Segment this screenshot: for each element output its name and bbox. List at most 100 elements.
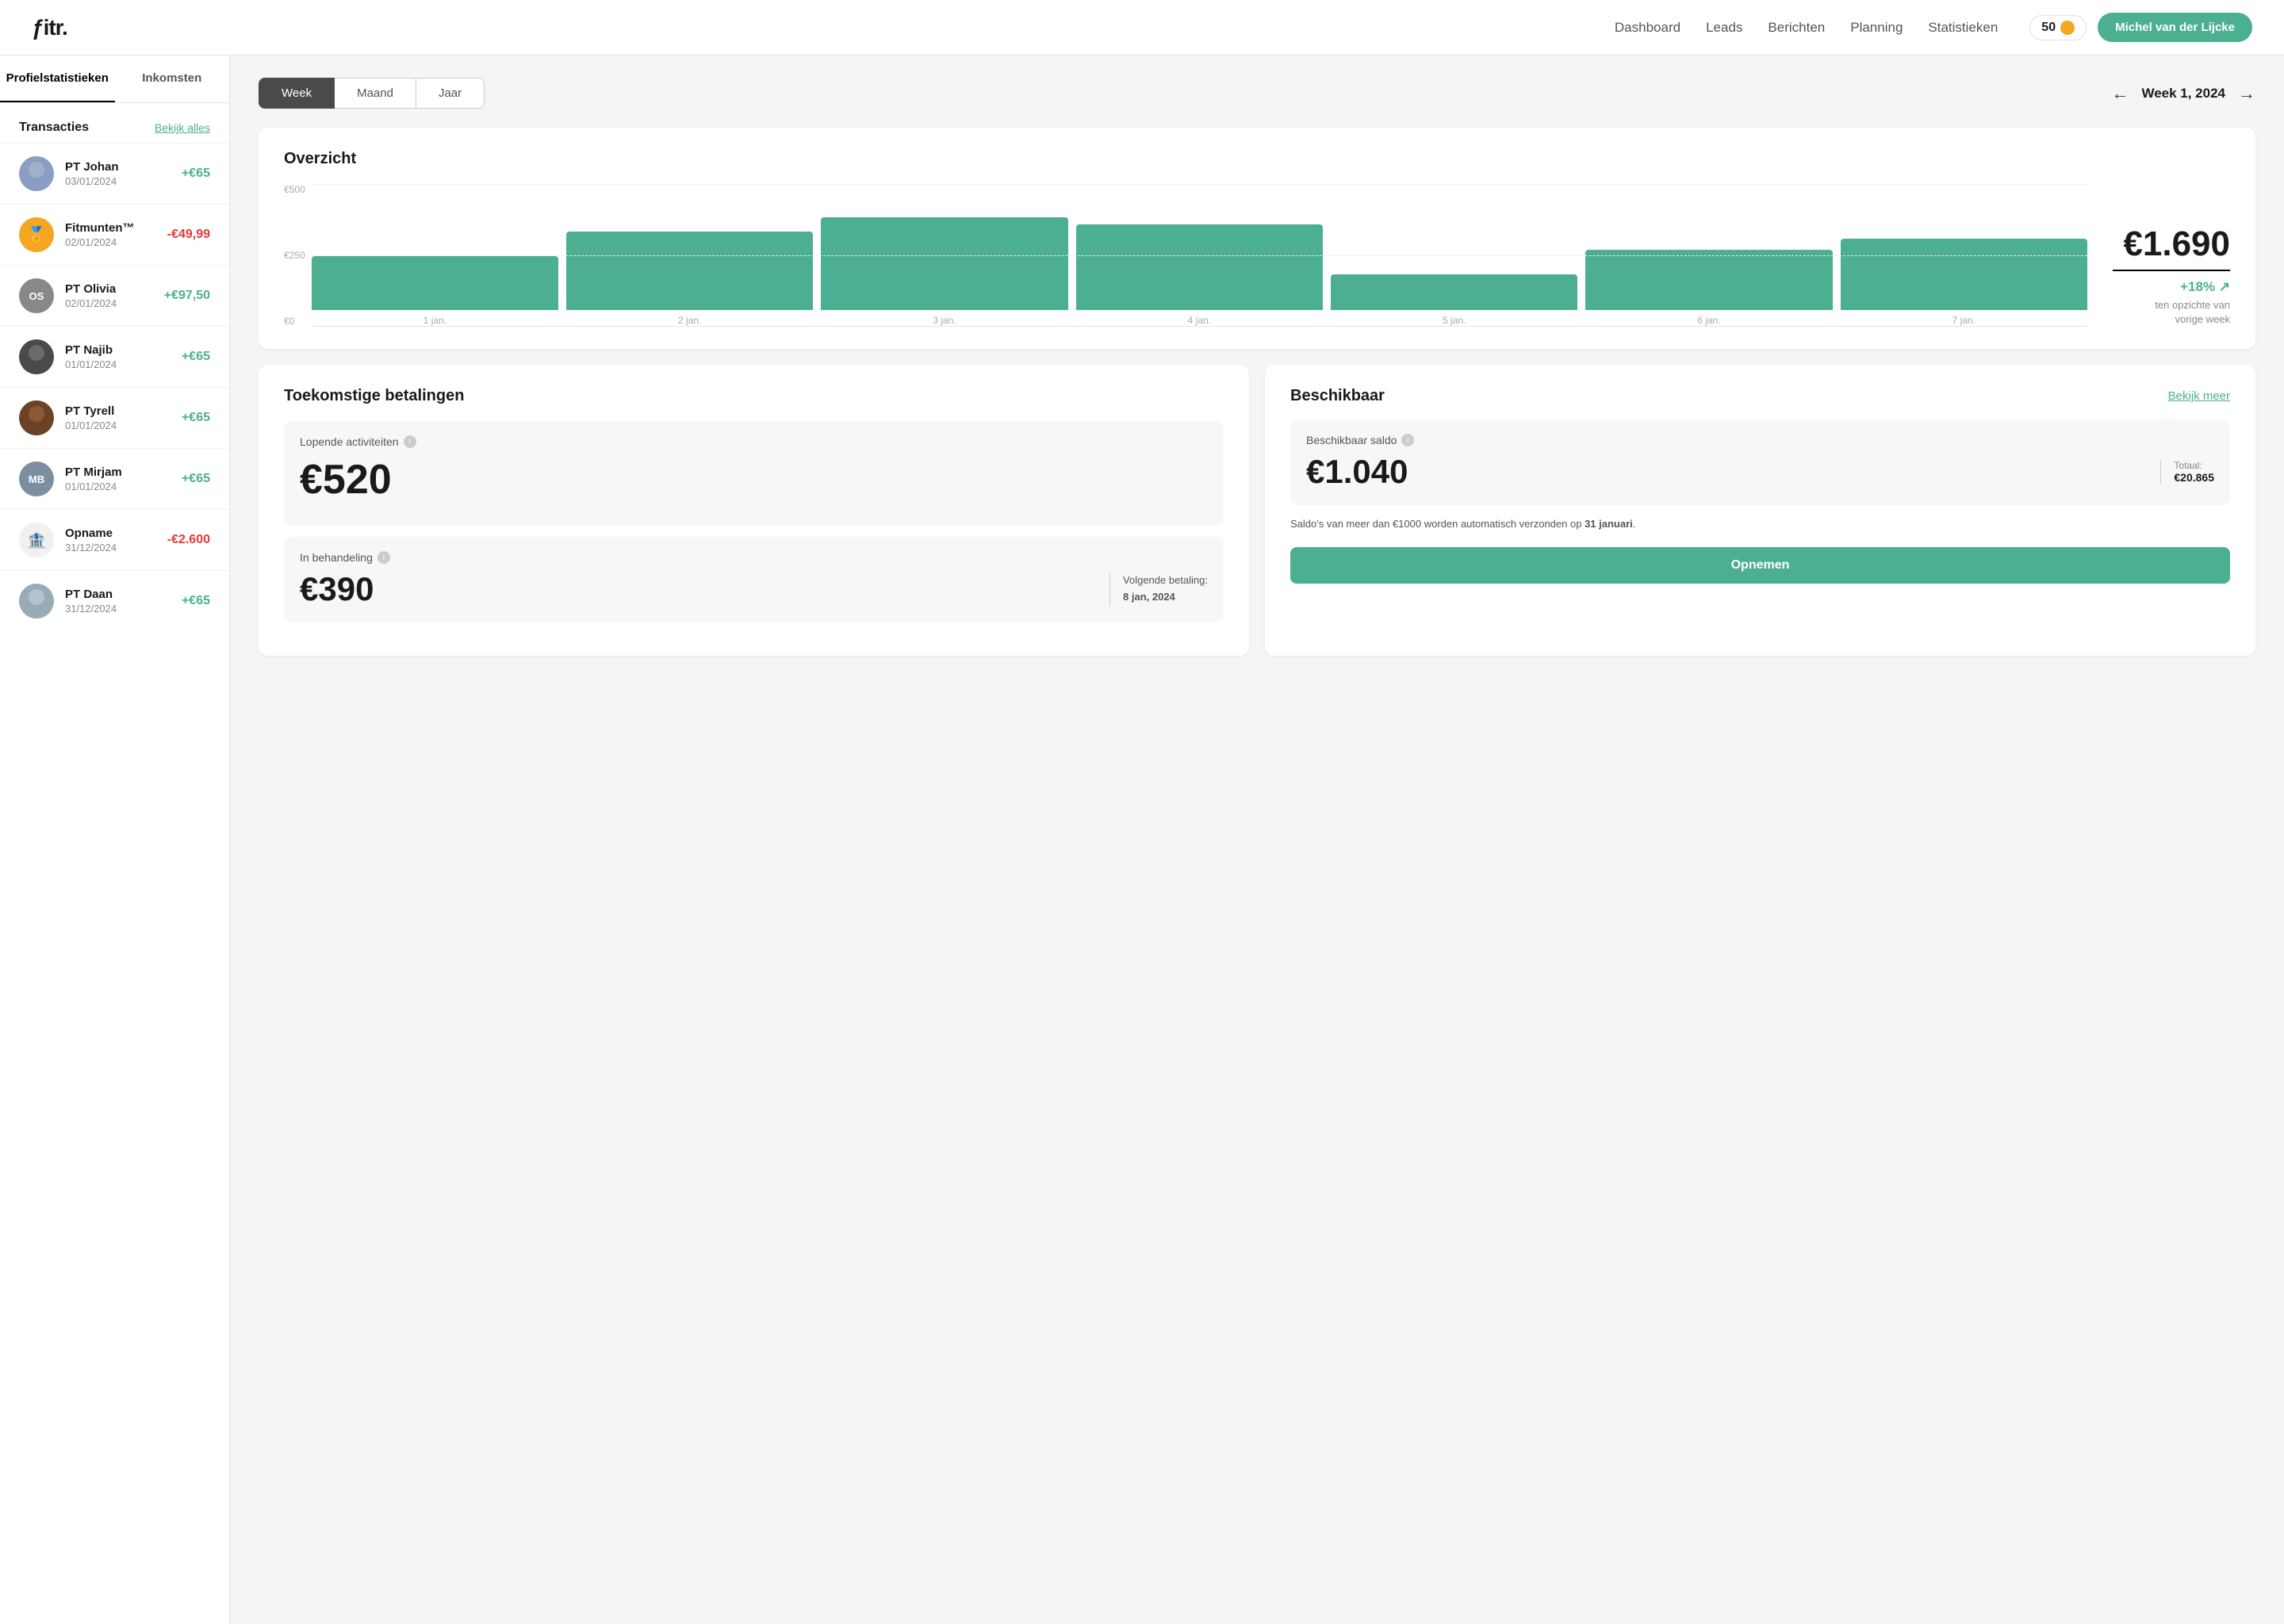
logo: ƒitr. <box>32 15 67 40</box>
chart-bar-col: 3 jan. <box>821 217 1067 326</box>
transaction-name: Fitmunten™ <box>65 221 156 235</box>
bar-4jan <box>1076 224 1323 310</box>
volgende-label: Volgende betaling: <box>1123 574 1208 586</box>
bar-7jan <box>1841 239 2087 310</box>
opnemen-button[interactable]: Opnemen <box>1290 547 2230 584</box>
tab-profielstatistieken[interactable]: Profielstatistieken <box>0 56 115 102</box>
list-item[interactable]: 🏦 Opname 31/12/2024 -€2.600 <box>0 509 229 570</box>
transaction-info: PT Daan 31/12/2024 <box>65 588 171 615</box>
beschikbaar-card: Beschikbaar Bekijk meer Beschikbaar sald… <box>1265 365 2255 656</box>
transaction-info: PT Mirjam 01/01/2024 <box>65 465 171 492</box>
bar-label-4jan: 4 jan. <box>1188 315 1211 326</box>
nav-statistieken[interactable]: Statistieken <box>1928 20 1998 36</box>
transaction-amount: +€65 <box>182 167 210 181</box>
verzend-datum: 31 januari <box>1585 518 1633 530</box>
transaction-info: PT Najib 01/01/2024 <box>65 343 171 370</box>
beschikbaar-title: Beschikbaar <box>1290 387 1385 405</box>
bar-2jan <box>566 232 813 310</box>
transaction-date: 31/12/2024 <box>65 542 156 553</box>
transaction-amount: +€65 <box>182 472 210 486</box>
info-icon[interactable]: i <box>404 435 416 448</box>
avatar: OS <box>19 278 54 313</box>
nav-planning[interactable]: Planning <box>1850 20 1903 36</box>
list-item[interactable]: PT Johan 03/01/2024 +€65 <box>0 143 229 204</box>
beschikbaar-row: €1.040 Totaal: €20.865 <box>1306 453 2214 491</box>
jaar-button[interactable]: Jaar <box>416 78 485 109</box>
week-label: Week 1, 2024 <box>2141 86 2225 102</box>
transaction-name: PT Olivia <box>65 282 153 296</box>
avatar: MB <box>19 462 54 496</box>
week-navigation: ← Week 1, 2024 → <box>2111 83 2255 104</box>
nav-leads[interactable]: Leads <box>1706 20 1742 36</box>
maand-button[interactable]: Maand <box>335 78 416 109</box>
transaction-amount: +€65 <box>182 411 210 425</box>
saldo-label-row: Beschikbaar saldo i <box>1306 434 2214 446</box>
bekijk-meer-link[interactable]: Bekijk meer <box>2168 389 2230 403</box>
list-item[interactable]: OS PT Olivia 02/01/2024 +€97,50 <box>0 265 229 326</box>
transaction-amount: +€65 <box>182 594 210 608</box>
chart-bar-col: 1 jan. <box>312 256 558 326</box>
prev-week-button[interactable]: ← <box>2111 83 2129 104</box>
chart-pct: +18% ↗ <box>2113 279 2230 295</box>
beschikbaar-header: Beschikbaar Bekijk meer <box>1290 387 2230 405</box>
chart-divider <box>2113 270 2230 271</box>
volgende-date: 8 jan, 2024 <box>1123 591 1175 603</box>
chart-bar-col: 4 jan. <box>1076 224 1323 326</box>
overview-card: Overzicht €500 €250 €0 <box>259 128 2255 349</box>
transactions-header: Transacties Bekijk alles <box>0 103 229 143</box>
list-item[interactable]: PT Tyrell 01/01/2024 +€65 <box>0 387 229 448</box>
transaction-info: PT Olivia 02/01/2024 <box>65 282 153 309</box>
overview-title: Overzicht <box>284 150 2230 168</box>
coins-value: 50 <box>2041 21 2056 35</box>
main-content: Week Maand Jaar ← Week 1, 2024 → Overzic… <box>230 56 2284 1624</box>
avatar <box>19 339 54 374</box>
info-icon-2[interactable]: i <box>377 551 390 564</box>
tab-inkomsten[interactable]: Inkomsten <box>115 56 230 102</box>
avatar-initials: MB <box>29 473 44 485</box>
transaction-info: Fitmunten™ 02/01/2024 <box>65 221 156 248</box>
bar-5jan <box>1331 274 1577 310</box>
transaction-amount: -€2.600 <box>167 533 210 547</box>
behandeling-label: In behandeling <box>300 551 373 564</box>
bar-6jan <box>1585 250 1832 310</box>
transactions-title: Transacties <box>19 121 89 135</box>
saldo-amount: €1.040 <box>1306 453 2160 491</box>
next-week-button[interactable]: → <box>2238 83 2255 104</box>
bar-label-1jan: 1 jan. <box>423 315 446 326</box>
chart-bar-col: 2 jan. <box>566 232 813 326</box>
totaal-label: Totaal: <box>2174 460 2214 471</box>
behandeling-label-row: In behandeling i <box>300 551 1208 564</box>
user-profile-button[interactable]: Michel van der Lijcke <box>2098 13 2252 42</box>
bar-3jan <box>821 217 1067 310</box>
saldo-label: Beschikbaar saldo <box>1306 434 1397 446</box>
nav-berichten[interactable]: Berichten <box>1768 20 1825 36</box>
week-button[interactable]: Week <box>259 78 335 109</box>
y-label-500: €500 <box>284 184 305 195</box>
transaction-info: PT Johan 03/01/2024 <box>65 160 171 187</box>
transaction-amount: -€49,99 <box>167 228 210 242</box>
bar-label-6jan: 6 jan. <box>1697 315 1720 326</box>
behandeling-amount: €390 <box>300 570 1109 608</box>
list-item[interactable]: PT Daan 31/12/2024 +€65 <box>0 570 229 631</box>
avatar <box>19 156 54 191</box>
chart-big-amount: €1.690 <box>2113 227 2230 262</box>
chart-summary: €1.690 +18% ↗ ten opzichte vanvorige wee… <box>2087 227 2230 327</box>
lopende-label: Lopende activiteiten <box>300 435 399 448</box>
list-item[interactable]: 🏅 Fitmunten™ 02/01/2024 -€49,99 <box>0 204 229 265</box>
info-icon-3[interactable]: i <box>1401 434 1414 446</box>
nav-links: Dashboard Leads Berichten Planning Stati… <box>1615 20 1998 36</box>
transaction-name: PT Najib <box>65 343 171 357</box>
list-item[interactable]: MB PT Mirjam 01/01/2024 +€65 <box>0 448 229 509</box>
bekijk-alles-link[interactable]: Bekijk alles <box>155 121 210 134</box>
y-label-250: €250 <box>284 250 305 261</box>
transaction-date: 02/01/2024 <box>65 297 153 309</box>
list-item[interactable]: PT Najib 01/01/2024 +€65 <box>0 326 229 387</box>
transaction-date: 03/01/2024 <box>65 175 171 187</box>
transaction-amount: +€65 <box>182 350 210 364</box>
transaction-date: 02/01/2024 <box>65 236 156 248</box>
nav-dashboard[interactable]: Dashboard <box>1615 20 1680 36</box>
transaction-amount: +€97,50 <box>164 289 210 303</box>
chart-area: €500 €250 €0 1 jan. <box>284 184 2230 327</box>
transaction-date: 01/01/2024 <box>65 358 171 370</box>
transaction-date: 31/12/2024 <box>65 603 171 615</box>
